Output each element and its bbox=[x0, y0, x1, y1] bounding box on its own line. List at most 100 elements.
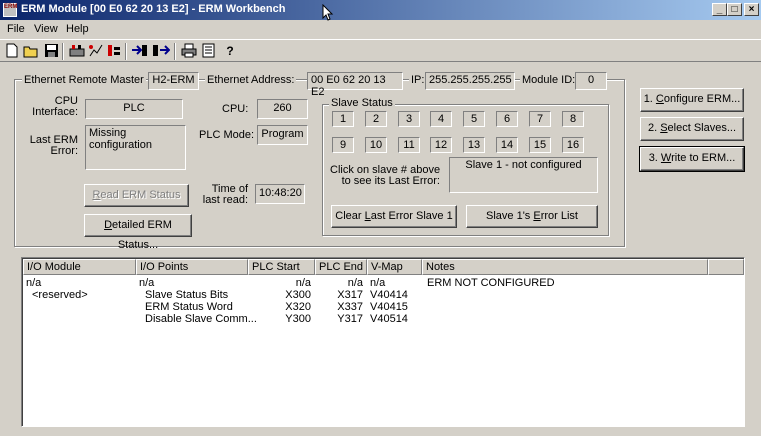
erm-app-icon: ERM bbox=[3, 3, 17, 17]
configure-erm-text-2: onfigure ERM... bbox=[663, 93, 741, 105]
write-to-erm-button[interactable]: 3. Write to ERM... bbox=[639, 146, 745, 172]
window-title: ERM Module [00 E0 62 20 13 E2] - ERM Wor… bbox=[21, 3, 286, 15]
cell-plc-end[interactable]: X317 bbox=[315, 290, 363, 301]
erm-status-panel: Ethernet Remote Master H2-ERM Ethernet A… bbox=[0, 63, 761, 251]
menu-view[interactable]: View bbox=[34, 23, 58, 35]
network-icon[interactable] bbox=[88, 43, 104, 59]
erm-workbench-window: ERM ERM Module [00 E0 62 20 13 E2] - ERM… bbox=[0, 0, 761, 436]
col-header-v-map[interactable]: V-Map bbox=[367, 259, 422, 275]
select-slaves-text-1: 2. bbox=[647, 122, 661, 134]
col-header-io-points[interactable]: I/O Points bbox=[136, 259, 248, 275]
col-header-filler bbox=[708, 259, 744, 275]
menu-file[interactable]: File bbox=[7, 23, 25, 35]
slave-error-list-text-1: Slave 1's bbox=[486, 210, 534, 222]
slave-2-button[interactable]: 2 bbox=[365, 111, 387, 127]
plc-mode-label: PLC Mode: bbox=[199, 129, 255, 141]
slave-error-list-text-2: rror List bbox=[540, 210, 578, 222]
restore-button[interactable]: □ bbox=[727, 3, 742, 16]
configure-erm-key: C bbox=[655, 93, 664, 105]
select-slaves-key: S bbox=[660, 122, 668, 134]
toolbar-separator bbox=[174, 43, 176, 60]
cell-plc-start[interactable]: n/a bbox=[248, 278, 311, 289]
cell-io-module[interactable]: n/a bbox=[26, 278, 41, 289]
close-button[interactable]: × bbox=[744, 3, 759, 16]
ip-label: IP: bbox=[409, 74, 427, 86]
save-icon[interactable] bbox=[43, 43, 59, 59]
col-header-plc-start[interactable]: PLC Start bbox=[248, 259, 315, 275]
clear-last-error-button[interactable]: Clear Last Error Slave 1 bbox=[331, 205, 457, 228]
slave-5-button[interactable]: 5 bbox=[463, 111, 485, 127]
arrow-out-icon[interactable] bbox=[152, 43, 171, 59]
configure-erm-button[interactable]: 1. Configure ERM... bbox=[640, 88, 744, 112]
cell-io-points[interactable]: n/a bbox=[139, 278, 154, 289]
slave-4-button[interactable]: 4 bbox=[430, 111, 452, 127]
col-header-plc-end[interactable]: PLC End bbox=[315, 259, 367, 275]
toolbar: ? bbox=[0, 39, 761, 62]
cell-io-points[interactable]: Disable Slave Comm... bbox=[145, 314, 257, 325]
slave-12-button[interactable]: 12 bbox=[430, 137, 452, 153]
select-slaves-text-2: elect Slaves... bbox=[667, 122, 737, 134]
last-erm-error-value: Missing configuration bbox=[85, 125, 186, 170]
slave-14-button[interactable]: 14 bbox=[496, 137, 518, 153]
slave-13-button[interactable]: 13 bbox=[463, 137, 485, 153]
detailed-erm-status-button[interactable]: Detailed ERM Status... bbox=[84, 214, 192, 251]
cell-plc-end[interactable]: n/a bbox=[315, 278, 363, 289]
erm-icon[interactable] bbox=[69, 43, 85, 59]
list-icon[interactable] bbox=[201, 43, 217, 59]
master-label: Ethernet Remote Master bbox=[22, 74, 146, 86]
cpu-label: CPU: bbox=[222, 103, 249, 115]
help-icon[interactable]: ? bbox=[222, 43, 238, 59]
io-map-list[interactable]: I/O Module I/O Points PLC Start PLC End … bbox=[21, 257, 745, 427]
cell-v-map[interactable]: V40514 bbox=[370, 314, 408, 325]
ip-value: 255.255.255.255 bbox=[425, 72, 515, 90]
read-erm-status-button[interactable]: Read ERM Status bbox=[84, 184, 189, 207]
click-hint-line2: to see its Last Error: bbox=[341, 175, 440, 187]
slave-8-button[interactable]: 8 bbox=[562, 111, 584, 127]
tools-icon[interactable] bbox=[106, 43, 122, 59]
cell-v-map[interactable]: V40414 bbox=[370, 290, 408, 301]
last-read-label: last read: bbox=[202, 194, 248, 206]
slave-9-button[interactable]: 9 bbox=[332, 137, 354, 153]
cell-plc-end[interactable]: Y317 bbox=[315, 314, 363, 325]
cell-plc-start[interactable]: Y300 bbox=[248, 314, 311, 325]
cell-plc-start[interactable]: X300 bbox=[248, 290, 311, 301]
slave-10-button[interactable]: 10 bbox=[365, 137, 387, 153]
slave-status-label: Slave Status bbox=[329, 97, 395, 109]
mouse-cursor-icon bbox=[322, 4, 334, 21]
slave-1-button[interactable]: 1 bbox=[332, 111, 354, 127]
cell-io-points[interactable]: ERM Status Word bbox=[145, 302, 233, 313]
open-icon[interactable] bbox=[23, 43, 39, 59]
cell-io-points[interactable]: Slave Status Bits bbox=[145, 290, 228, 301]
print-icon[interactable] bbox=[181, 43, 197, 59]
cell-notes[interactable]: ERM NOT CONFIGURED bbox=[427, 278, 555, 289]
slave-6-button[interactable]: 6 bbox=[496, 111, 518, 127]
menu-help[interactable]: Help bbox=[66, 23, 89, 35]
arrow-in-icon[interactable] bbox=[131, 43, 147, 59]
col-header-io-module[interactable]: I/O Module bbox=[23, 259, 136, 275]
select-slaves-button[interactable]: 2. Select Slaves... bbox=[640, 117, 744, 141]
slave-16-button[interactable]: 16 bbox=[562, 137, 584, 153]
slave-7-button[interactable]: 7 bbox=[529, 111, 551, 127]
col-header-notes[interactable]: Notes bbox=[422, 259, 708, 275]
slave-11-button[interactable]: 11 bbox=[398, 137, 420, 153]
toolbar-separator bbox=[125, 43, 127, 60]
master-value: H2-ERM bbox=[148, 72, 199, 90]
cell-plc-start[interactable]: X320 bbox=[248, 302, 311, 313]
write-to-erm-key: W bbox=[660, 152, 672, 164]
slave-error-list-button[interactable]: Slave 1's Error List bbox=[466, 205, 598, 228]
configure-erm-text-1: 1. bbox=[643, 93, 656, 105]
minimize-button[interactable]: _ bbox=[712, 3, 727, 16]
cell-io-module[interactable]: <reserved> bbox=[32, 290, 88, 301]
slave-3-button[interactable]: 3 bbox=[398, 111, 420, 127]
cell-v-map[interactable]: n/a bbox=[370, 278, 385, 289]
new-icon[interactable] bbox=[4, 43, 20, 59]
slave-15-button[interactable]: 15 bbox=[529, 137, 551, 153]
address-value: 00 E0 62 20 13 E2 bbox=[307, 72, 403, 98]
module-id-value: 0 bbox=[575, 72, 607, 90]
toolbar-separator bbox=[62, 43, 64, 60]
cell-plc-end[interactable]: X337 bbox=[315, 302, 363, 313]
time-of-last-read-value: 10:48:20 bbox=[255, 184, 305, 204]
cpu-interface-label-2: Interface: bbox=[32, 106, 78, 118]
cell-v-map[interactable]: V40415 bbox=[370, 302, 408, 313]
plc-mode-value: Program bbox=[257, 125, 308, 145]
